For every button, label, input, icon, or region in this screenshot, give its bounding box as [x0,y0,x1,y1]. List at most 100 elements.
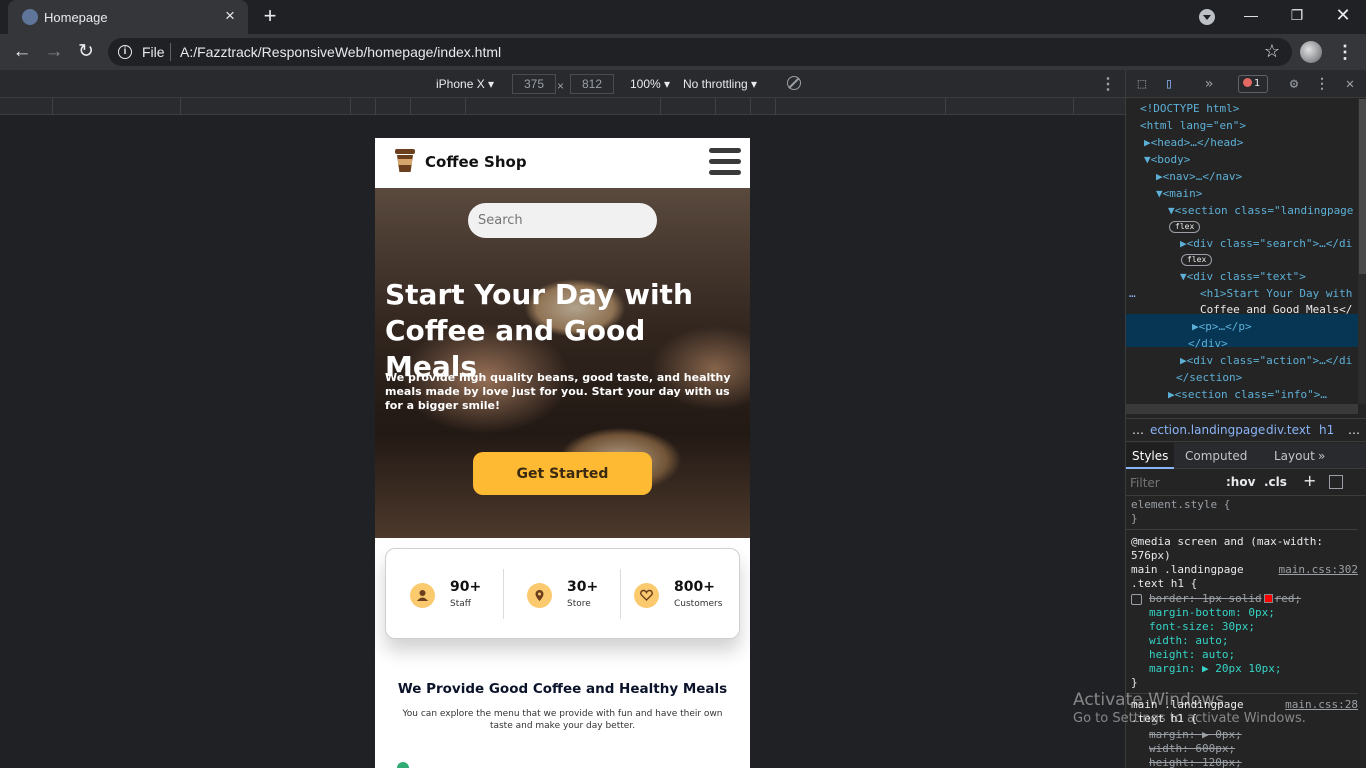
brand-name[interactable]: Coffee Shop [425,153,527,171]
dom-node[interactable]: ▶<div class="search">…</di [1180,236,1352,253]
device-width-input[interactable]: 375 [512,74,556,94]
dom-node[interactable]: ▼<body> [1144,152,1190,169]
css-property[interactable]: margin: ▶ 20px 10px; [1149,662,1281,676]
reload-icon[interactable]: ↻ [74,40,98,64]
hamburger-menu-icon[interactable] [709,148,741,176]
restore-button[interactable]: ❐ [1274,0,1320,30]
bookmark-star-icon[interactable]: ☆ [1264,41,1280,62]
dom-node[interactable]: </div> [1188,336,1228,353]
url-text[interactable]: A:/Fazztrack/ResponsiveWeb/homepage/inde… [180,44,501,60]
tab-close-icon[interactable]: × [220,6,240,26]
media-query-cont: 576px) [1131,549,1171,562]
dom-node[interactable]: <!DOCTYPE html> [1140,101,1239,118]
tab-computed[interactable]: Computed [1179,443,1253,469]
media-query-ruler[interactable] [0,98,1125,115]
color-swatch[interactable] [1263,594,1273,603]
location-pin-icon [527,583,552,608]
error-icon [1243,78,1252,87]
device-toggle-icon[interactable]: ▯ [1161,76,1177,92]
cls-toggle[interactable]: .cls [1264,475,1287,489]
stat-label: Store [567,599,591,609]
omnibox-scheme: File [142,44,165,60]
device-select[interactable]: iPhone X ▾ [436,77,494,91]
browser-toolbar: ← → ↻ i File A:/Fazztrack/ResponsiveWeb/… [0,34,1366,70]
minimize-button[interactable]: — [1228,0,1274,30]
hero-title: Start Your Day with Coffee and Good Meal… [385,278,693,383]
back-icon[interactable]: ← [10,40,34,64]
flex-badge[interactable]: flex [1169,221,1201,233]
device-more-icon[interactable]: ⋮ [1100,74,1116,94]
elements-tree: <!DOCTYPE html> <html lang="en"> ▶<head>… [1126,99,1358,404]
dom-node[interactable]: ▶<div class="action">…</di [1180,353,1352,370]
devtools-menu-icon[interactable]: ⋮ [1314,76,1330,92]
person-icon [410,583,435,608]
dom-node[interactable]: </section> [1176,370,1242,387]
rule-source-link[interactable]: main.css:302 [1279,563,1358,577]
property-checkbox[interactable] [1131,594,1142,605]
new-rule-icon[interactable]: + [1303,471,1316,490]
rule-selector[interactable]: .text h1 { [1131,577,1197,591]
css-property-struck[interactable]: height: 120px; [1149,756,1242,768]
elements-scrollbar[interactable] [1358,99,1366,404]
css-property-struck[interactable]: margin: ▶ 0px; [1149,728,1242,742]
dom-node[interactable]: ▶<head>…</head> [1144,135,1243,152]
device-toolbar: iPhone X ▾ 375 × 812 100% ▾ No throttlin… [0,70,1125,98]
tab-homepage[interactable]: Homepage × [8,0,248,34]
dom-node[interactable]: ▶<section class="info">… [1168,387,1327,404]
elements-hscrollbar[interactable] [1126,404,1358,414]
css-property-struck[interactable]: border: 1px solid red; [1149,592,1301,606]
new-tab-button[interactable]: + [258,5,282,29]
tab-search-icon[interactable] [1199,9,1215,25]
rotate-icon[interactable] [787,76,801,90]
tab-styles[interactable]: Styles [1126,443,1175,469]
dom-node[interactable]: ▶<p>…</p> [1192,319,1252,336]
site-navbar: Coffee Shop [375,138,750,188]
toggle-sidebar-icon[interactable] [1329,475,1343,489]
dom-node[interactable]: ▼<main> [1156,186,1202,203]
breadcrumb-more[interactable]: … [1132,423,1144,437]
forward-icon[interactable]: → [42,40,66,64]
styles-filter-input[interactable] [1130,474,1218,492]
close-window-button[interactable]: ✕ [1320,0,1366,30]
profile-avatar[interactable] [1300,41,1322,63]
selected-node-ellipsis[interactable]: … [1129,286,1136,303]
dimension-separator: × [557,79,565,93]
browser-menu-icon[interactable]: ⋮ [1336,40,1354,64]
breadcrumb-item[interactable]: div.text [1266,423,1311,437]
more-tabs-button[interactable]: » [1312,443,1331,469]
inspect-element-icon[interactable]: ⬚ [1134,76,1150,92]
element-style-rule[interactable]: element.style { [1131,498,1230,512]
dom-node[interactable]: <html lang="en"> [1140,118,1246,135]
settings-gear-icon[interactable]: ⚙ [1286,76,1302,92]
breadcrumb-more[interactable]: … [1348,423,1360,437]
tab-strip: Homepage × + — ❐ ✕ [0,0,1366,34]
css-property[interactable]: height: auto; [1149,648,1235,662]
media-query: @media screen and (max-width: [1131,535,1324,548]
search-input[interactable] [468,203,657,238]
info-icon[interactable]: i [118,45,132,59]
dom-node-selected-text[interactable]: Coffee and Good Meals</ [1200,302,1352,319]
device-height-input[interactable]: 812 [570,74,614,94]
stat-value: 30+ [567,579,599,595]
dom-node[interactable]: ▶<nav>…</nav> [1156,169,1242,186]
css-property[interactable]: margin-bottom: 0px; [1149,606,1275,620]
flex-badge[interactable]: flex [1181,254,1213,266]
throttling-select[interactable]: No throttling ▾ [683,77,757,91]
breadcrumb-item[interactable]: h1 [1319,423,1334,437]
error-counter[interactable]: 1 [1238,75,1268,93]
get-started-button[interactable]: Get Started [473,452,652,495]
rule-selector[interactable]: main .landingpage [1131,563,1244,577]
zoom-select[interactable]: 100% ▾ [630,77,670,91]
breadcrumb-item[interactable]: ection.landingpage [1150,423,1265,437]
dom-node-selected[interactable]: <h1>Start Your Day with [1200,286,1352,303]
css-property[interactable]: width: auto; [1149,634,1228,648]
dom-node[interactable]: ▼<div class="text"> [1180,269,1306,286]
hov-toggle[interactable]: :hov [1226,475,1255,489]
css-property-struck[interactable]: width: 600px; [1149,742,1235,756]
coffee-cup-logo-icon[interactable] [395,149,415,173]
dom-node[interactable]: ▼<section class="landingpage [1168,203,1353,220]
css-property[interactable]: font-size: 30px; [1149,620,1255,634]
more-tabs-icon[interactable]: » [1201,76,1217,92]
address-bar[interactable]: i File A:/Fazztrack/ResponsiveWeb/homepa… [108,38,1292,66]
devtools-close-icon[interactable]: ✕ [1342,76,1358,92]
